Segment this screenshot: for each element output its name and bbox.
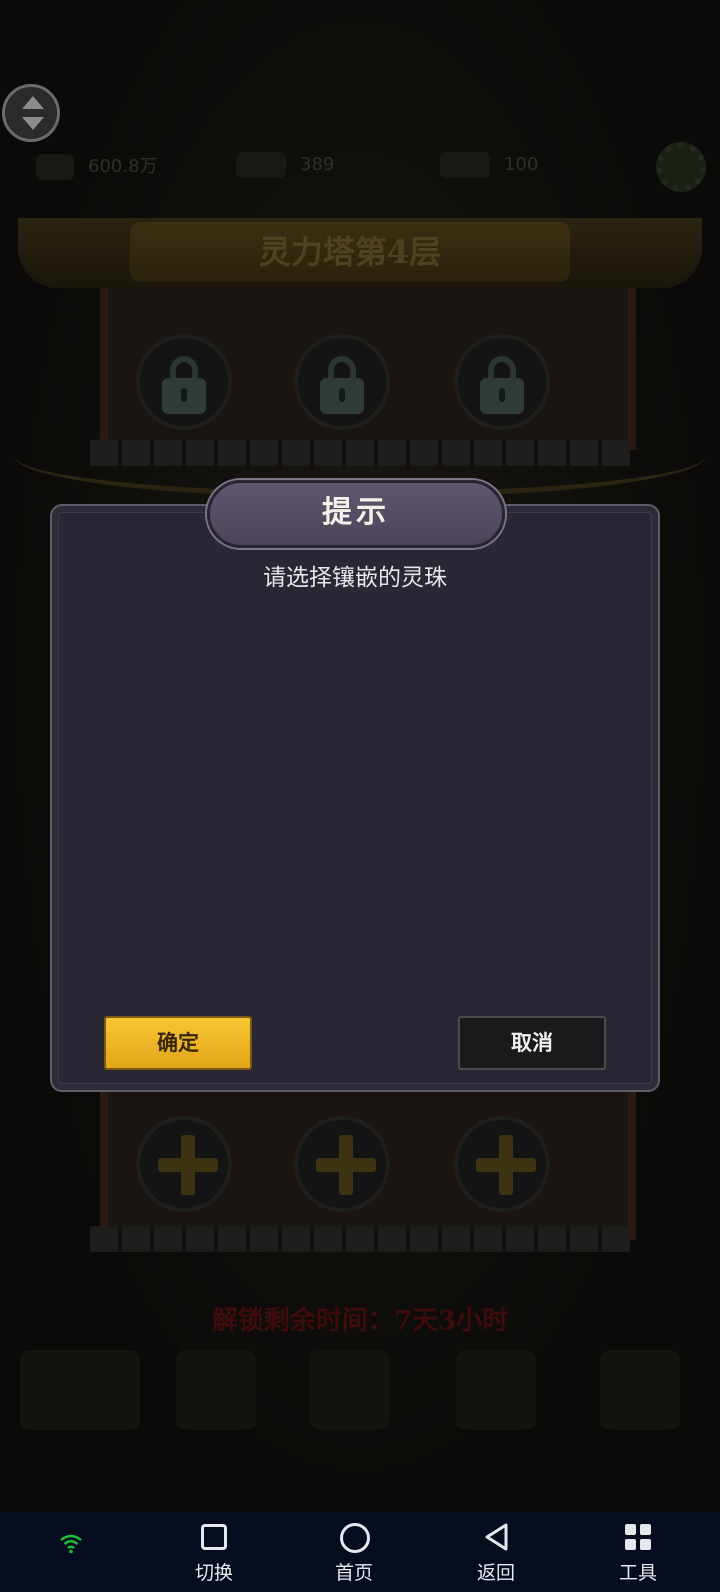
add-slot-2[interactable] (294, 1116, 390, 1212)
confirm-button[interactable]: 确定 (104, 1016, 252, 1070)
back-button[interactable]: 返回 (446, 1512, 546, 1592)
tools-button[interactable]: 工具 (588, 1512, 688, 1592)
settings-gear-icon[interactable] (656, 142, 706, 192)
menu-slot[interactable] (310, 1350, 390, 1430)
switch-button[interactable]: 切换 (164, 1512, 264, 1592)
back-icon (485, 1523, 508, 1551)
add-slot-3[interactable] (454, 1116, 550, 1212)
resource-silver: 600.8万 (36, 152, 158, 180)
switch-label: 切换 (194, 1562, 233, 1584)
menu-slot[interactable] (456, 1350, 536, 1430)
prompt-dialog (50, 504, 660, 1092)
dialog-title: 提示 (207, 480, 505, 548)
resource-energy: 100 (440, 152, 538, 178)
switch-icon (201, 1524, 227, 1550)
menu-slot[interactable] (20, 1350, 140, 1430)
wifi-icon (60, 1534, 82, 1554)
menu-slot[interactable] (600, 1350, 680, 1430)
tower-title: 灵力塔第4层 (130, 222, 570, 282)
cancel-button[interactable]: 取消 (458, 1016, 606, 1070)
tools-label: 工具 (618, 1562, 657, 1584)
menu-slot[interactable] (176, 1350, 256, 1430)
add-slot-1[interactable] (136, 1116, 232, 1212)
system-nav-bar: 切换 首页 返回 工具 (0, 1512, 720, 1592)
bottom-menu (0, 1350, 720, 1440)
railing-lower (90, 1226, 630, 1252)
home-icon (340, 1523, 370, 1553)
unlock-timer: 解锁剩余时间：7天3小时 (211, 1306, 509, 1336)
resource-gold: 389 (236, 152, 334, 178)
back-label: 返回 (476, 1562, 515, 1584)
home-label: 首页 (334, 1562, 373, 1584)
dialog-message: 请选择镶嵌的灵珠 (263, 565, 447, 591)
scroll-toggle-icon[interactable] (2, 84, 60, 142)
locked-slot-1[interactable] (136, 334, 232, 430)
locked-slot-2[interactable] (294, 334, 390, 430)
home-button[interactable]: 首页 (304, 1512, 404, 1592)
locked-slot-3[interactable] (454, 334, 550, 430)
